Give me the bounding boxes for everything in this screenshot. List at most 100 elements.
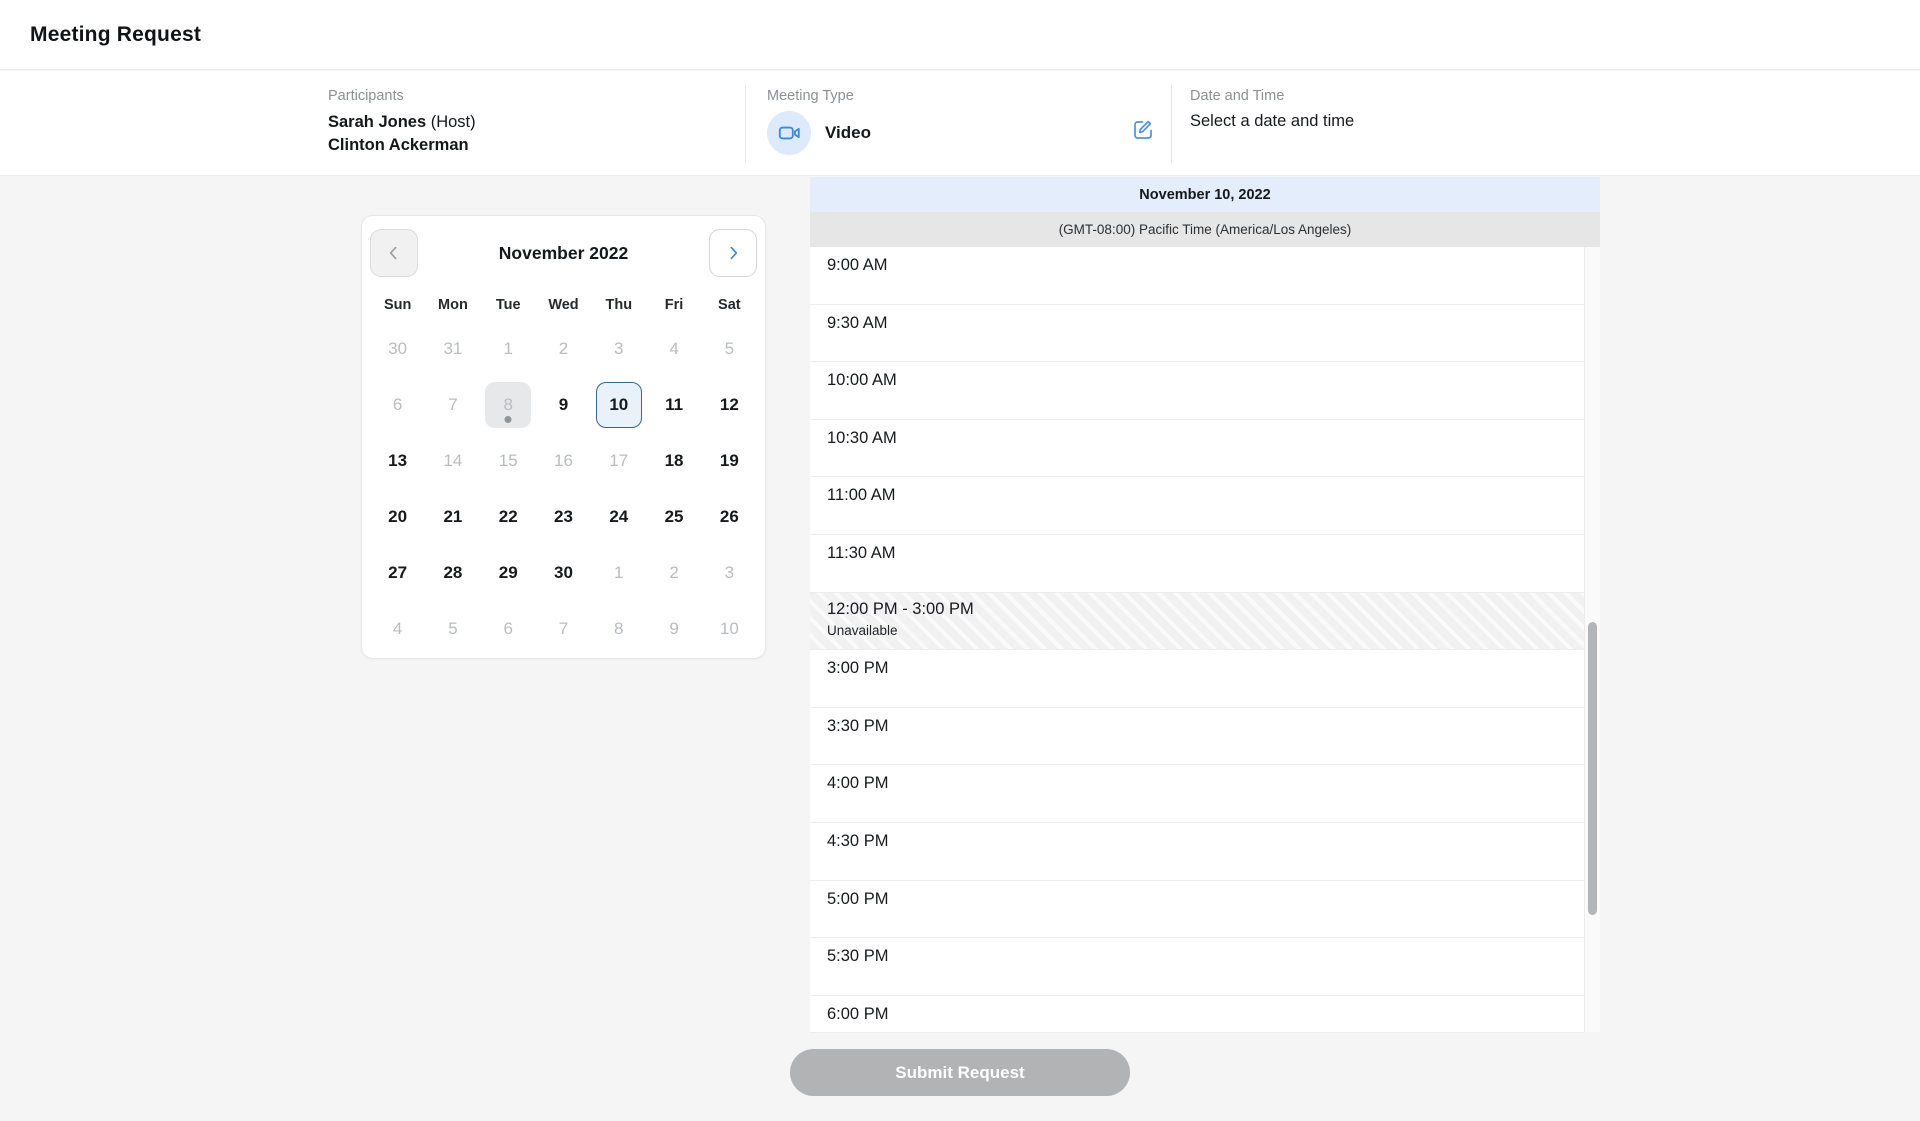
time-slot-label: 11:00 AM xyxy=(827,486,1584,505)
time-slot-label: 5:30 PM xyxy=(827,947,1584,966)
calendar-day-cell[interactable]: 13 xyxy=(370,433,425,489)
calendar-day-number: 21 xyxy=(430,494,476,540)
time-slot[interactable]: 9:00 AM xyxy=(810,247,1584,305)
time-slot-label: 9:00 AM xyxy=(827,256,1584,275)
calendar-day-number: 10 xyxy=(706,606,752,652)
time-slot[interactable]: 9:30 AM xyxy=(810,305,1584,363)
weekday-header-row: Sun Mon Tue Wed Thu Fri Sat xyxy=(370,289,757,321)
calendar-day-cell[interactable]: 18 xyxy=(646,433,701,489)
calendar-day-cell: 3 xyxy=(702,545,757,601)
time-slot[interactable]: 11:00 AM xyxy=(810,477,1584,535)
calendar-day-number: 2 xyxy=(540,326,586,372)
calendar-day-number: 12 xyxy=(706,382,752,428)
calendar-day-number: 30 xyxy=(375,326,421,372)
weekday-label: Mon xyxy=(425,289,480,321)
edit-icon xyxy=(1131,117,1155,141)
next-month-button[interactable] xyxy=(709,229,757,277)
calendar-day-cell[interactable]: 28 xyxy=(425,545,480,601)
calendar-day-number: 26 xyxy=(706,494,752,540)
time-slot[interactable]: 4:00 PM xyxy=(810,765,1584,823)
calendar-day-cell: 1 xyxy=(481,321,536,377)
calendar-day-number: 13 xyxy=(375,438,421,484)
calendar-day-cell: 4 xyxy=(370,601,425,657)
calendar-day-number: 4 xyxy=(651,326,697,372)
calendar-day-number: 24 xyxy=(596,494,642,540)
edit-meeting-type-button[interactable] xyxy=(1131,117,1155,141)
scrollbar-track[interactable] xyxy=(1584,247,1600,1032)
calendar-day-number: 8 xyxy=(485,382,531,428)
time-slot[interactable]: 3:00 PM xyxy=(810,650,1584,708)
calendar-day-number: 5 xyxy=(430,606,476,652)
calendar-day-number: 22 xyxy=(485,494,531,540)
calendar-day-cell[interactable]: 12 xyxy=(702,377,757,433)
calendar-day-cell[interactable]: 22 xyxy=(481,489,536,545)
time-slot[interactable]: 6:00 PM xyxy=(810,996,1584,1033)
calendar-day-number: 28 xyxy=(430,550,476,596)
calendar-day-cell[interactable]: 24 xyxy=(591,489,646,545)
time-slot-label: 10:30 AM xyxy=(827,429,1584,448)
time-slot-label: 4:00 PM xyxy=(827,774,1584,793)
calendar-day-cell[interactable]: 19 xyxy=(702,433,757,489)
calendar-day-cell[interactable]: 25 xyxy=(646,489,701,545)
calendar-day-number: 7 xyxy=(540,606,586,652)
time-slot-panel: November 10, 2022 (GMT-08:00) Pacific Ti… xyxy=(810,177,1600,1032)
calendar-day-cell: 3 xyxy=(591,321,646,377)
time-slot[interactable]: 3:30 PM xyxy=(810,708,1584,766)
calendar-day-cell[interactable]: 30 xyxy=(536,545,591,601)
calendar-day-cell[interactable]: 26 xyxy=(702,489,757,545)
calendar-day-cell: 14 xyxy=(425,433,480,489)
time-slot-unavailable-note: Unavailable xyxy=(827,623,1584,638)
calendar-day-number: 17 xyxy=(596,438,642,484)
calendar-day-number: 20 xyxy=(375,494,421,540)
calendar-day-cell: 2 xyxy=(536,321,591,377)
time-slot[interactable]: 11:30 AM xyxy=(810,535,1584,593)
calendar-day-number: 1 xyxy=(485,326,531,372)
calendar-day-cell: 5 xyxy=(425,601,480,657)
time-slot[interactable]: 5:30 PM xyxy=(810,938,1584,996)
calendar-day-number: 16 xyxy=(540,438,586,484)
weekday-label: Thu xyxy=(591,289,646,321)
calendar-day-cell[interactable]: 9 xyxy=(536,377,591,433)
calendar-day-number: 2 xyxy=(651,550,697,596)
calendar-day-cell: 5 xyxy=(702,321,757,377)
calendar-day-cell[interactable]: 21 xyxy=(425,489,480,545)
scrollbar-thumb[interactable] xyxy=(1588,622,1597,915)
calendar-day-cell: 15 xyxy=(481,433,536,489)
calendar-day-cell[interactable]: 10 xyxy=(591,377,646,433)
calendar-day-cell: 8 xyxy=(591,601,646,657)
submit-request-button[interactable]: Submit Request xyxy=(790,1049,1130,1096)
calendar-day-cell[interactable]: 23 xyxy=(536,489,591,545)
time-slot[interactable]: 5:00 PM xyxy=(810,881,1584,939)
time-slot-label: 6:00 PM xyxy=(827,1005,1584,1024)
time-slot-label: 10:00 AM xyxy=(827,371,1584,390)
meeting-type-section: Meeting Type Video xyxy=(767,71,1171,175)
section-divider xyxy=(745,85,746,163)
previous-month-button[interactable] xyxy=(370,229,418,277)
time-slot-label: 9:30 AM xyxy=(827,314,1584,333)
participant-host-suffix: (Host) xyxy=(426,113,476,131)
app-header: Meeting Request xyxy=(0,0,1920,70)
calendar-day-grid: 30 31 1 2 3 4 xyxy=(370,321,757,657)
calendar-day-cell[interactable]: 11 xyxy=(646,377,701,433)
calendar-day-cell: 2 xyxy=(646,545,701,601)
calendar-day-number: 3 xyxy=(706,550,752,596)
meeting-summary-bar: Participants Sarah Jones (Host) Clinton … xyxy=(0,71,1920,176)
time-slot-label: 12:00 PM - 3:00 PM xyxy=(827,600,1584,619)
time-slot[interactable]: 4:30 PM xyxy=(810,823,1584,881)
time-slot-label: 5:00 PM xyxy=(827,890,1584,909)
time-slot[interactable]: 10:00 AM xyxy=(810,362,1584,420)
calendar-day-cell: 6 xyxy=(370,377,425,433)
calendar-day-number: 1 xyxy=(596,550,642,596)
time-slot[interactable]: 10:30 AM xyxy=(810,420,1584,478)
calendar-day-number: 23 xyxy=(540,494,586,540)
calendar-day-cell[interactable]: 29 xyxy=(481,545,536,601)
calendar-day-number: 11 xyxy=(651,382,697,428)
calendar-day-number: 25 xyxy=(651,494,697,540)
time-slot-label: 4:30 PM xyxy=(827,832,1584,851)
chevron-right-icon xyxy=(723,243,743,263)
calendar-day-cell[interactable]: 27 xyxy=(370,545,425,601)
datetime-value: Select a date and time xyxy=(1190,112,1610,131)
calendar-day-cell: 31 xyxy=(425,321,480,377)
calendar-day-cell[interactable]: 20 xyxy=(370,489,425,545)
time-slot-label: 11:30 AM xyxy=(827,544,1584,563)
